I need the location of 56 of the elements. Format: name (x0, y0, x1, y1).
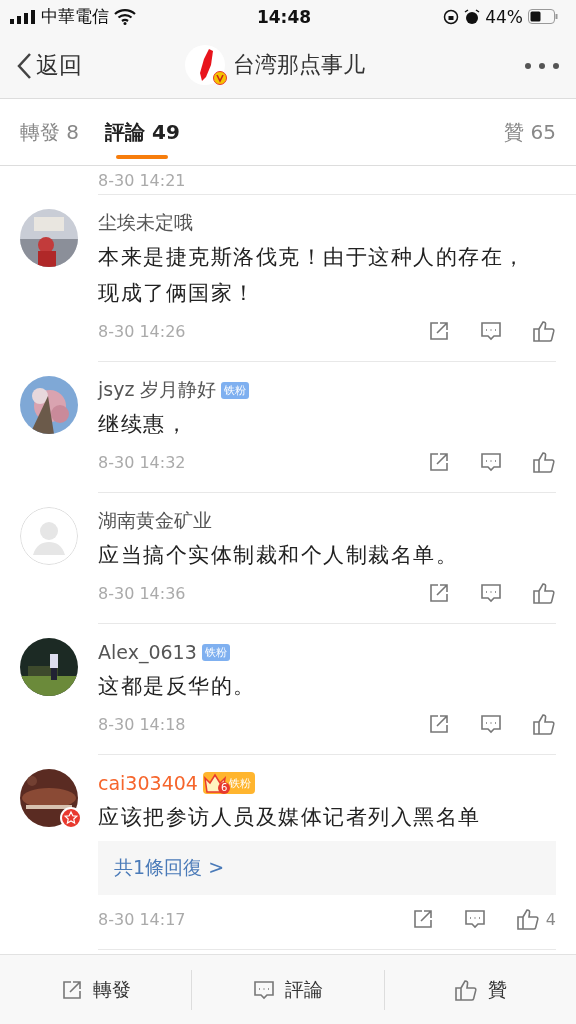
thumbs-up-icon[interactable] (532, 582, 556, 604)
thumbs-up-icon[interactable] (453, 978, 478, 1001)
fan-label: 铁粉 (228, 775, 251, 791)
back-icon[interactable] (16, 51, 32, 80)
comment-text: 继续惠， (98, 411, 189, 438)
wifi-icon (114, 8, 136, 25)
replies-link[interactable]: 共1條回復 > (114, 855, 225, 881)
comment-time: 8-30 14:17 (98, 909, 186, 929)
carrier-name: 中華電信 (41, 5, 109, 28)
tab[interactable]: 評論 49 (105, 99, 180, 165)
fan-label: 铁粉 (201, 643, 230, 661)
share-icon[interactable] (411, 908, 434, 930)
back-button[interactable]: 返回 (16, 50, 82, 81)
thumbs-up-icon[interactable] (532, 451, 556, 473)
battery-percent: 44% (485, 6, 523, 27)
comment-icon[interactable] (480, 582, 502, 604)
user-name[interactable]: Alex_0613 (98, 641, 197, 663)
user-name[interactable]: 湖南黄金矿业 (98, 508, 212, 534)
more-icon[interactable] (524, 61, 560, 70)
status-time: 14:48 (256, 6, 312, 27)
comment-icon[interactable] (480, 451, 502, 473)
fan-label: 铁粉 (221, 381, 250, 399)
repost-button[interactable]: 轉發 (0, 969, 193, 1010)
account-name[interactable]: 台湾那点事儿 (233, 50, 365, 80)
share-icon[interactable] (428, 713, 450, 735)
rotation-lock-icon (443, 8, 460, 25)
thumbs-up-icon[interactable] (532, 713, 556, 735)
user-name[interactable]: jsyz 岁月静好 (98, 377, 217, 403)
user-name[interactable]: 尘埃未定哦 (98, 210, 193, 236)
tab[interactable]: 贊 65 (504, 99, 556, 165)
comment-text: 应该把参访人员及媒体记者列入黑名单 (98, 804, 482, 831)
comment-text: 这都是反华的。 (98, 673, 257, 700)
comment-icon[interactable] (253, 978, 275, 1001)
comment-time: 8-30 14:18 (98, 714, 186, 734)
comment-text: 应当搞个实体制裁和个人制裁名单。 (98, 542, 459, 569)
thumbs-up-icon[interactable] (515, 908, 540, 930)
share-icon[interactable] (428, 320, 450, 342)
tab[interactable]: 轉發 8 (20, 99, 80, 165)
comment-icon[interactable] (480, 713, 502, 735)
comment-icon[interactable] (463, 908, 486, 930)
comment-time: 8-30 14:26 (98, 321, 186, 341)
like-count: 4 (545, 909, 556, 929)
comment-icon[interactable] (480, 320, 502, 342)
signal-icon (10, 9, 36, 24)
like-button[interactable]: 贊 (384, 969, 576, 1010)
share-icon[interactable] (428, 582, 450, 604)
comment-text: 本来是捷克斯洛伐克！由于这种人的存在，现成了俩国家！ (98, 244, 527, 307)
comment-button[interactable]: 評論 (192, 969, 385, 1010)
alarm-icon (464, 8, 481, 25)
repost-icon[interactable] (60, 978, 83, 1001)
thumbs-up-icon[interactable] (532, 320, 556, 342)
share-icon[interactable] (428, 451, 450, 473)
comment-time: 8-30 14:36 (98, 583, 186, 603)
comment-time: 8-30 14:32 (98, 452, 186, 472)
battery-icon (528, 9, 558, 24)
comment-time: 8-30 14:21 (98, 170, 186, 190)
